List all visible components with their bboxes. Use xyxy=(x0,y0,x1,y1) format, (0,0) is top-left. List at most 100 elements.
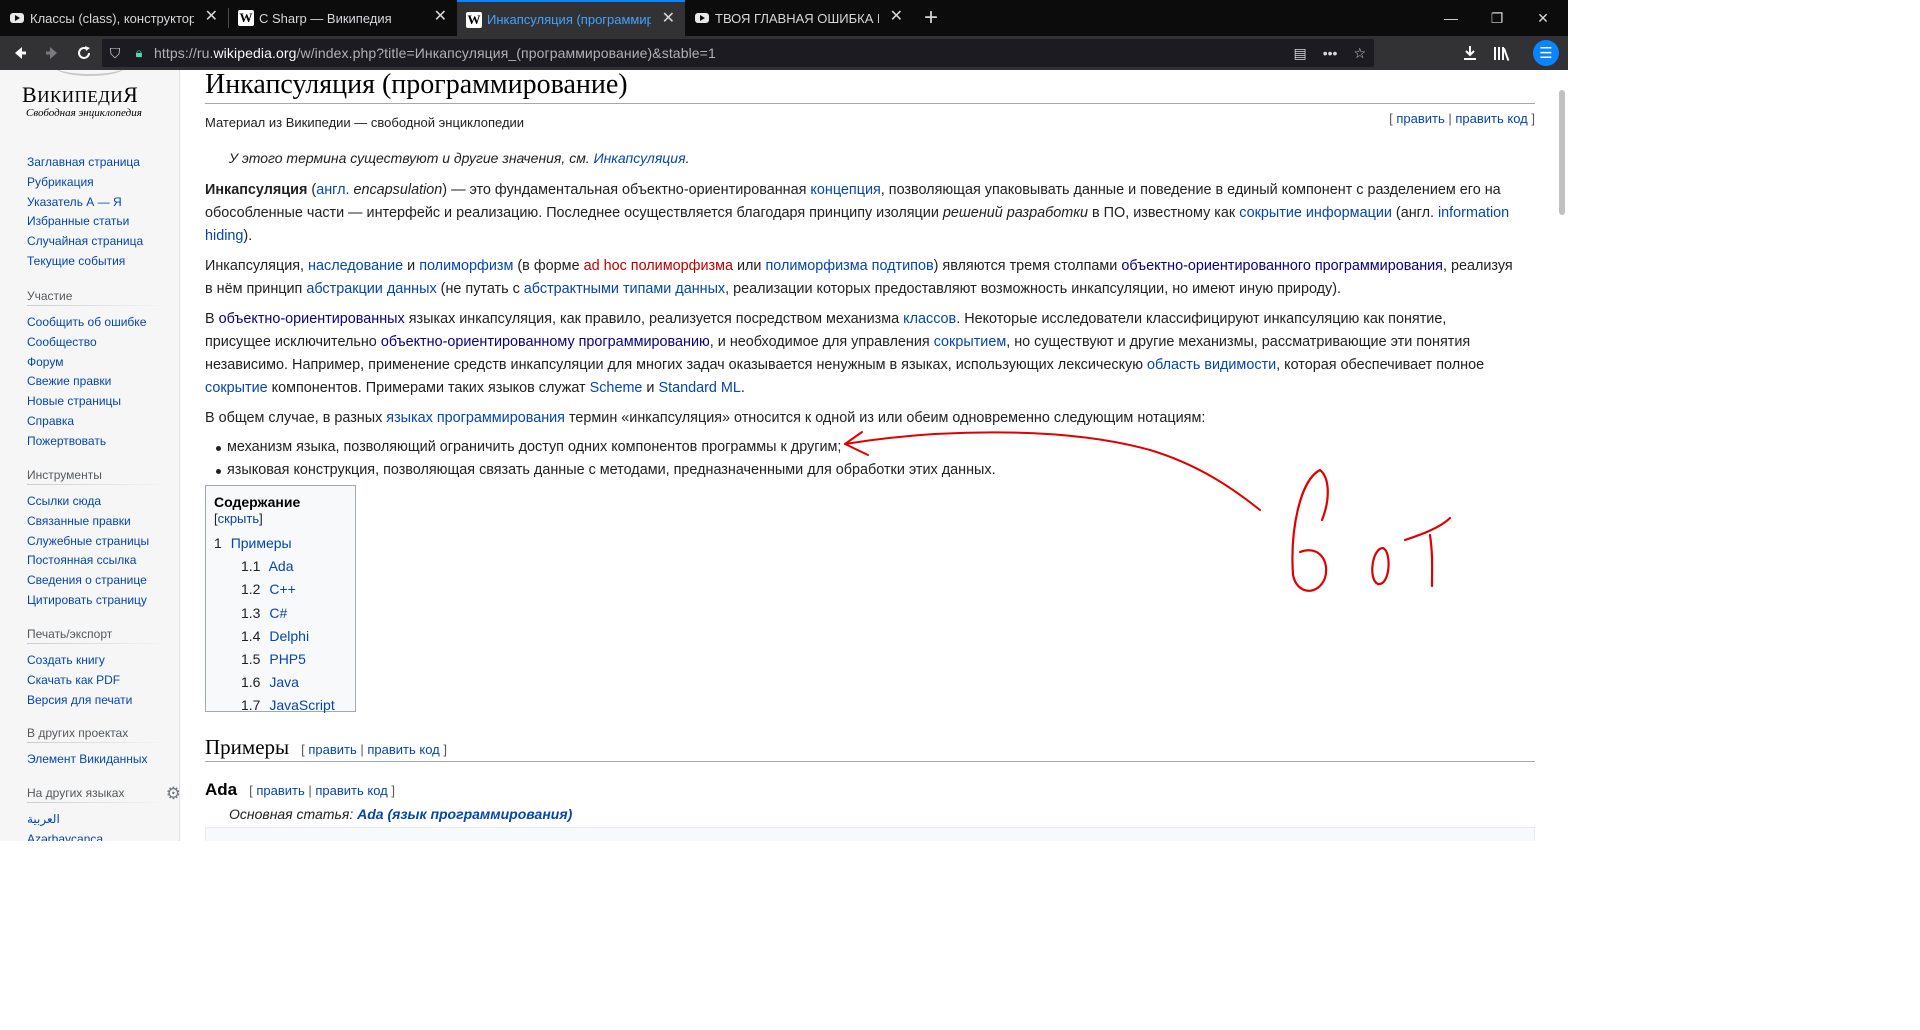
sidebar-item-help[interactable]: Справка xyxy=(27,412,167,432)
page-actions-icon[interactable]: ••• xyxy=(1323,45,1338,61)
sidebar-item-lang-ar[interactable]: العربية xyxy=(27,810,167,830)
sidebar-item-report-error[interactable]: Сообщить об ошибке xyxy=(27,313,167,333)
portal-heading: В других проектах xyxy=(27,726,167,744)
link-scheme[interactable]: Scheme xyxy=(590,380,643,396)
toc-item-csharp[interactable]: 1.3 C# xyxy=(214,602,347,625)
tab-youtube-classes[interactable]: Классы (class), конструкторы ✕ xyxy=(0,0,228,36)
lock-icon[interactable]: 🔒︎ xyxy=(128,45,150,61)
link-eng[interactable]: англ. xyxy=(316,182,349,198)
url-text[interactable]: https://ru.wikipedia.org/w/index.php?tit… xyxy=(150,45,716,61)
link-programming-languages[interactable]: языках программирования xyxy=(386,410,565,426)
toc-item-examples[interactable]: 1 Примеры xyxy=(214,532,347,555)
link-classes[interactable]: классов xyxy=(903,311,956,327)
scrollbar-thumb[interactable] xyxy=(1559,90,1565,215)
toc-item-delphi[interactable]: 1.4 Delphi xyxy=(214,625,347,648)
edit-source-link[interactable]: править код xyxy=(367,742,439,757)
link-concept[interactable]: концепция xyxy=(810,182,880,198)
close-icon[interactable]: ✕ xyxy=(662,10,675,28)
toc-hide-toggle[interactable]: скрыть xyxy=(218,511,260,526)
sidebar-item-featured[interactable]: Избранные статьи xyxy=(27,212,167,232)
link-scope[interactable]: область видимости xyxy=(1147,357,1276,373)
link-polymorphism[interactable]: полиморфизм xyxy=(419,258,513,274)
url-bar[interactable]: ⛉ 🔒︎ https://ru.wikipedia.org/w/index.ph… xyxy=(102,39,1374,67)
link-oop-2[interactable]: объектно-ориентированному программирован… xyxy=(381,334,710,350)
sidebar-item-what-links-here[interactable]: Ссылки сюда xyxy=(27,492,167,512)
gear-icon[interactable]: ⚙ xyxy=(166,784,179,804)
sidebar-item-community[interactable]: Сообщество xyxy=(27,333,167,353)
sidebar-item-permanent-link[interactable]: Постоянная ссылка xyxy=(27,551,167,571)
tracking-shield-icon[interactable]: ⛉ xyxy=(102,45,128,62)
sidebar-item-related-changes[interactable]: Связанные правки xyxy=(27,512,167,532)
link-abstract-data-types[interactable]: абстрактными типами данных xyxy=(524,281,725,297)
sidebar-item-random[interactable]: Случайная страница xyxy=(27,232,167,252)
sidebar-item-recent-changes[interactable]: Свежие правки xyxy=(27,372,167,392)
portal-heading: Печать/экспорт xyxy=(27,627,167,645)
toc-item-ada[interactable]: 1.1 Ada xyxy=(214,555,347,578)
edit-link[interactable]: править xyxy=(1396,111,1444,126)
paragraph-general: В общем случае, в разных языках программ… xyxy=(205,410,1206,426)
sidebar-item-page-info[interactable]: Сведения о странице xyxy=(27,571,167,591)
sidebar-item-current-events[interactable]: Текущие события xyxy=(27,252,167,272)
sidebar-item-download-pdf[interactable]: Скачать как PDF xyxy=(27,671,167,691)
link-adhoc-polymorphism[interactable]: ad hoc полиморфизма xyxy=(584,258,733,274)
reload-button[interactable] xyxy=(68,37,100,69)
link-standard-ml[interactable]: Standard ML xyxy=(658,380,740,396)
close-icon[interactable]: ✕ xyxy=(205,8,218,26)
library-icon[interactable] xyxy=(1490,36,1514,70)
tab-youtube-oop[interactable]: ТВОЯ ГЛАВНАЯ ОШИБКА В ООП ✕ xyxy=(685,0,913,36)
minimize-button[interactable]: — xyxy=(1428,0,1474,36)
link-inheritance[interactable]: наследование xyxy=(308,258,403,274)
hatnote: У этого термина существуют и другие знач… xyxy=(229,150,690,166)
link-information-hiding[interactable]: сокрытие информации xyxy=(1239,205,1392,221)
downloads-icon[interactable] xyxy=(1458,36,1482,70)
wikipedia-logo[interactable]: ВИКИПЕДИЯ xyxy=(22,82,138,108)
sidebar-item-special-pages[interactable]: Служебные страницы xyxy=(27,532,167,552)
link-object-oriented[interactable]: объектно-ориентированных xyxy=(219,311,405,327)
scrollbar[interactable] xyxy=(1556,70,1568,841)
bookmark-star-icon[interactable]: ☆ xyxy=(1353,45,1366,62)
portal-projects: В других проектах Элемент Викиданных xyxy=(27,726,167,770)
sidebar-item-index[interactable]: Указатель А — Я xyxy=(27,193,167,213)
tab-encapsulation-wiki[interactable]: W Инкапсуляция (программирование) ✕ xyxy=(457,0,685,36)
new-tab-button[interactable]: + xyxy=(913,0,949,36)
sidebar-item-cite[interactable]: Цитировать страницу xyxy=(27,591,167,611)
sidebar-item-printable[interactable]: Версия для печати xyxy=(27,691,167,711)
sidebar-item-main-page[interactable]: Заглавная страница xyxy=(27,153,167,173)
close-icon[interactable]: ✕ xyxy=(434,8,447,26)
wikipedia-globe-icon[interactable] xyxy=(54,70,126,76)
back-button[interactable] xyxy=(4,37,36,69)
menu-button[interactable]: ☰ xyxy=(1532,36,1560,70)
tab-bar: Классы (class), конструкторы ✕ W C Sharp… xyxy=(0,0,1568,36)
edit-link[interactable]: править xyxy=(256,783,304,798)
close-icon[interactable]: ✕ xyxy=(890,8,903,26)
link-hiding-2[interactable]: сокрытие xyxy=(205,380,268,396)
sidebar-item-wikidata[interactable]: Элемент Викиданных xyxy=(27,750,167,770)
hatnote-link[interactable]: Инкапсуляция xyxy=(594,150,686,166)
link-hiding[interactable]: сокрытием xyxy=(934,334,1007,350)
close-window-button[interactable]: ✕ xyxy=(1520,0,1566,36)
toc-item-java[interactable]: 1.6 Java xyxy=(214,671,347,694)
edit-source-link[interactable]: править код xyxy=(315,783,387,798)
forward-button[interactable] xyxy=(36,37,68,69)
restore-button[interactable]: ❐ xyxy=(1474,0,1520,36)
hamburger-menu-icon[interactable]: ☰ xyxy=(1533,40,1559,66)
sidebar-item-forum[interactable]: Форум xyxy=(27,353,167,373)
sidebar-item-new-pages[interactable]: Новые страницы xyxy=(27,392,167,412)
section-heading-ada: Ada[ править | править код ] xyxy=(205,780,395,799)
link-oop[interactable]: объектно-ориентированного программирован… xyxy=(1121,258,1443,274)
reader-view-icon[interactable]: ▤ xyxy=(1293,45,1306,62)
sidebar-item-categories[interactable]: Рубрикация xyxy=(27,173,167,193)
toc-item-javascript[interactable]: 1.7 JavaScript xyxy=(214,694,347,717)
toc-item-cpp[interactable]: 1.2 C++ xyxy=(214,578,347,601)
link-subtype-polymorphism[interactable]: полиморфизма подтипов xyxy=(765,258,933,274)
sidebar-item-create-book[interactable]: Создать книгу xyxy=(27,651,167,671)
sidebar-item-lang-az[interactable]: Azərbaycanca xyxy=(27,830,167,841)
tab-csharp-wiki[interactable]: W C Sharp — Википедия ✕ xyxy=(229,0,457,36)
edit-link[interactable]: править xyxy=(308,742,356,757)
toc-item-php5[interactable]: 1.5 PHP5 xyxy=(214,648,347,671)
link-data-abstraction[interactable]: абстракции данных xyxy=(306,281,436,297)
portal-print: Печать/экспорт Создать книгу Скачать как… xyxy=(27,627,167,710)
edit-source-link[interactable]: править код xyxy=(1455,111,1527,126)
main-article-link[interactable]: Ada (язык программирования) xyxy=(357,806,572,822)
sidebar-item-donate[interactable]: Пожертвовать xyxy=(27,432,167,452)
